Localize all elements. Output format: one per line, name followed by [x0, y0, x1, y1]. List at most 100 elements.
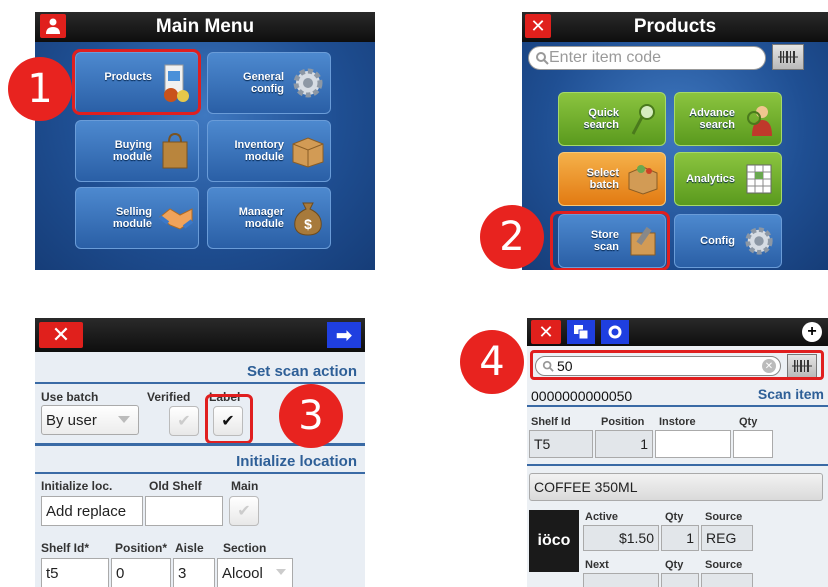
- barcode-text: 0000000000050: [531, 388, 633, 404]
- section-value: Alcool: [222, 564, 263, 582]
- item-code-search[interactable]: Enter item code: [528, 46, 766, 70]
- product-name: COFFEE 350ML: [534, 479, 638, 495]
- initialize-location-title: Initialize location: [236, 453, 357, 470]
- position-value: 0: [116, 564, 125, 582]
- copy-button[interactable]: [567, 320, 595, 344]
- scan-item-title: Scan item: [757, 386, 824, 402]
- shelf-id-value: t5: [46, 564, 59, 582]
- dropdown-arrow-icon: [276, 569, 286, 575]
- barcode-scan-button[interactable]: [772, 44, 804, 70]
- instore-input[interactable]: [655, 430, 731, 458]
- tile-label: Selling module: [112, 206, 152, 230]
- close-button[interactable]: ✕: [525, 14, 551, 38]
- main-menu-topbar: Main Menu: [35, 12, 375, 42]
- active-qty-field[interactable]: 1: [661, 525, 699, 551]
- inventory-module-tile[interactable]: Inventory module: [207, 120, 331, 182]
- close-button[interactable]: ✕: [39, 322, 83, 348]
- next-source-field[interactable]: [701, 573, 753, 587]
- qty-label: Qty: [739, 416, 758, 428]
- use-batch-select[interactable]: By user: [41, 405, 139, 435]
- next-source-label: Source: [705, 559, 743, 571]
- store-scan-highlight: [550, 211, 670, 270]
- active-price: $1.50: [618, 530, 654, 546]
- old-shelf-label: Old Shelf: [149, 479, 202, 493]
- plus-icon: +: [807, 323, 817, 340]
- circle-button[interactable]: [601, 320, 629, 344]
- next-label: Next: [585, 559, 609, 571]
- gear-icon: [741, 223, 777, 259]
- aisle-input[interactable]: 3: [173, 558, 215, 587]
- person-search-icon: [741, 101, 777, 137]
- section-divider: [35, 472, 365, 474]
- close-button[interactable]: ✕: [531, 320, 561, 344]
- selling-module-tile[interactable]: Selling module: [75, 187, 199, 249]
- tile-label: Advance search: [689, 107, 735, 131]
- main-checkbox[interactable]: ✔: [229, 496, 259, 526]
- products-highlight: [72, 49, 201, 115]
- close-icon: ✕: [51, 322, 71, 347]
- position-field[interactable]: 1: [595, 430, 653, 458]
- section-divider: [527, 464, 828, 466]
- active-source-field[interactable]: REG: [701, 525, 753, 551]
- advance-search-tile[interactable]: Advance search: [674, 92, 782, 146]
- set-scan-action-title: Set scan action: [246, 363, 357, 380]
- shelf-id-input[interactable]: t5: [41, 558, 109, 587]
- section-divider: [527, 405, 828, 407]
- user-icon: [46, 18, 60, 34]
- handshake-icon: [158, 200, 194, 236]
- tile-label: Select batch: [586, 167, 619, 191]
- tile-label: Inventory module: [234, 139, 284, 163]
- analytics-tile[interactable]: Analytics: [674, 152, 782, 206]
- qty-input[interactable]: [733, 430, 773, 458]
- user-button[interactable]: [40, 14, 66, 38]
- close-icon: ✕: [538, 321, 554, 342]
- box-icon: [290, 133, 326, 169]
- position-input[interactable]: 0: [111, 558, 171, 587]
- shelf-id-field[interactable]: T5: [529, 430, 593, 458]
- next-qty-field[interactable]: [661, 573, 699, 587]
- active-source: REG: [706, 530, 737, 546]
- magnifier-icon: [625, 101, 661, 137]
- old-shelf-input[interactable]: [145, 496, 223, 526]
- add-button[interactable]: +: [802, 322, 822, 342]
- spreadsheet-icon: [741, 161, 777, 197]
- active-qty: 1: [686, 530, 694, 546]
- product-name-field[interactable]: COFFEE 350ML: [529, 473, 823, 501]
- next-button[interactable]: ➡: [327, 322, 361, 348]
- section-select[interactable]: Alcool: [217, 558, 293, 587]
- step-1-badge: 1: [8, 57, 72, 121]
- next-price-field[interactable]: [583, 573, 659, 587]
- select-batch-tile[interactable]: Select batch: [558, 152, 666, 206]
- shelf-id-value: T5: [534, 436, 551, 452]
- batch-box-icon: [625, 161, 661, 197]
- products-topbar: ✕ Products: [522, 12, 828, 42]
- gear-icon: [290, 65, 326, 101]
- general-config-tile[interactable]: General config: [207, 52, 331, 114]
- scan-item-topbar: ✕ +: [527, 318, 828, 346]
- scan-action-screen: ✕ ➡ Set scan action Use batch Verified L…: [35, 318, 365, 587]
- ring-icon: [608, 325, 622, 339]
- initialize-loc-label: Initialize loc.: [41, 479, 113, 493]
- buying-module-tile[interactable]: Buying module: [75, 120, 199, 182]
- verified-checkbox[interactable]: ✔: [169, 406, 199, 436]
- svg-text:$: $: [304, 216, 312, 232]
- aisle-label: Aisle: [175, 541, 204, 555]
- barcode-icon: [778, 51, 798, 63]
- step-4-badge: 4: [460, 330, 524, 394]
- dropdown-arrow-icon: [118, 416, 130, 423]
- position-label: Position: [601, 416, 645, 428]
- quick-search-tile[interactable]: Quick search: [558, 92, 666, 146]
- manager-module-tile[interactable]: Manager module $: [207, 187, 331, 249]
- active-qty-label: Qty: [665, 511, 684, 523]
- initialize-loc-select[interactable]: Add replace: [41, 496, 143, 526]
- scan-action-topbar: ✕ ➡: [35, 318, 365, 352]
- config-tile[interactable]: Config: [674, 214, 782, 268]
- source-label: Source: [705, 511, 743, 523]
- section-label: Section: [223, 541, 267, 555]
- scan-item-screen: ✕ + 50 ✕ 0000000000050 Scan item Shelf I…: [527, 318, 828, 587]
- search-icon: [536, 52, 549, 65]
- products-title: Products: [633, 16, 717, 37]
- active-label: Active: [585, 511, 619, 523]
- active-price-field[interactable]: $1.50: [583, 525, 659, 551]
- use-batch-label: Use batch: [41, 390, 99, 404]
